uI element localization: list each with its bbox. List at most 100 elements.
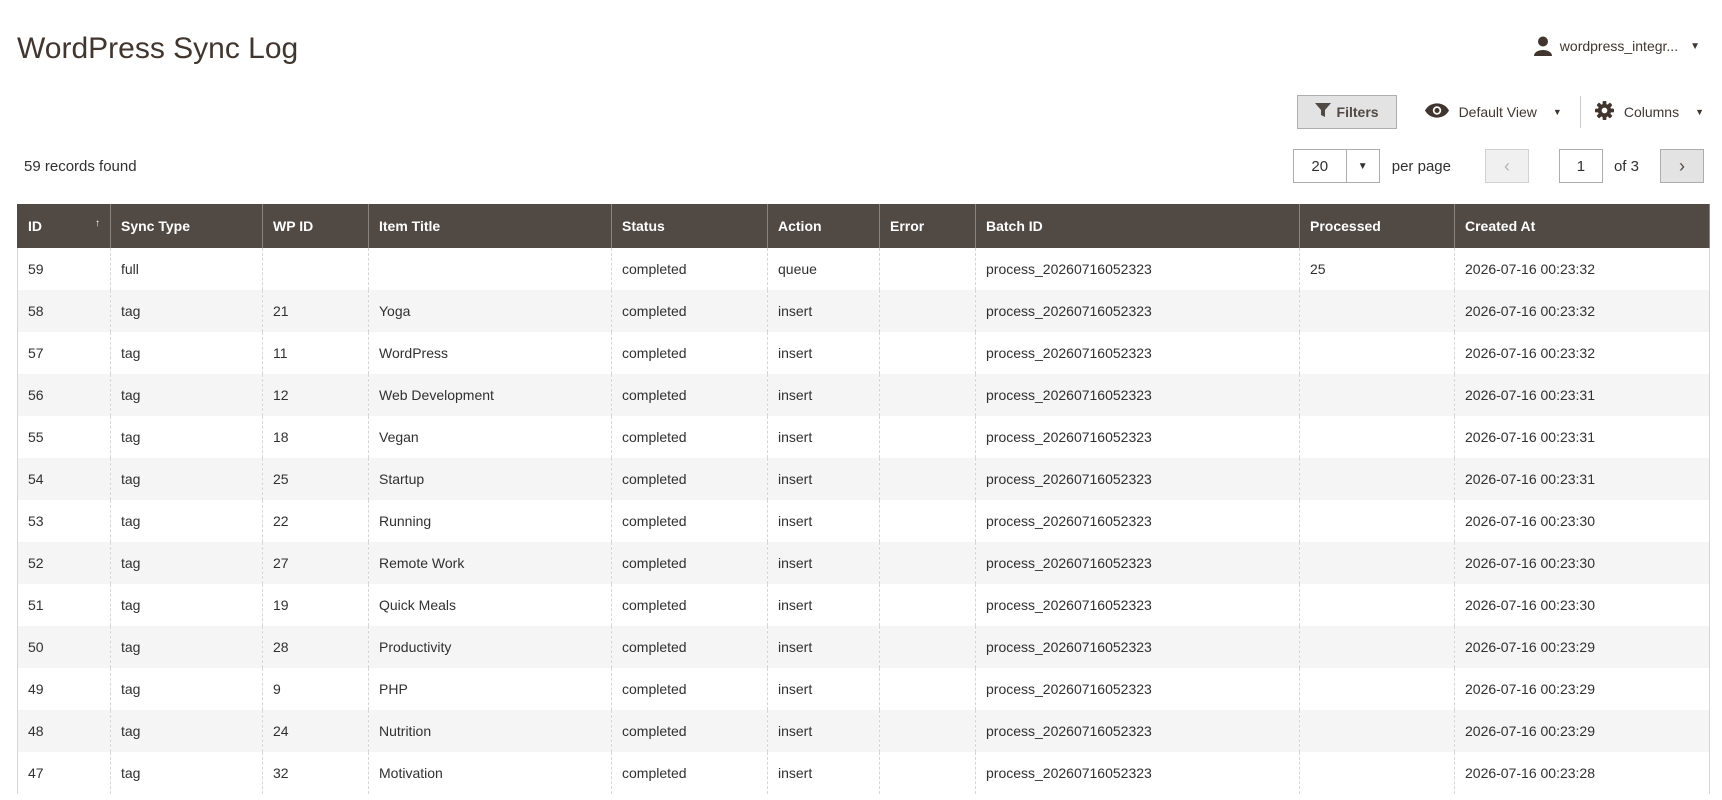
cell-id: 53 — [17, 500, 111, 542]
cell-action: insert — [767, 458, 880, 500]
column-header-sync-type[interactable]: Sync Type — [110, 204, 263, 248]
table-row[interactable]: 49 tag 9 PHP completed insert process_20260716… — [17, 668, 1710, 710]
cell-id: 57 — [17, 332, 111, 374]
column-header-created-at[interactable]: Created At — [1454, 204, 1710, 248]
cell-created-at: 2026-07-16 00:23:31 — [1454, 374, 1710, 416]
cell-item-title: Yoga — [368, 290, 612, 332]
cell-item-title: PHP — [368, 668, 612, 710]
cell-action: insert — [767, 626, 880, 668]
cell-error — [879, 374, 976, 416]
table-row[interactable]: 50 tag 28 Productivity completed insert proces… — [17, 626, 1710, 668]
column-header-batch-id[interactable]: Batch ID — [975, 204, 1300, 248]
filters-button[interactable]: Filters — [1296, 95, 1397, 129]
cell-batch-id: process_20260716052323 — [975, 500, 1300, 542]
sync-log-table: ID ↑ Sync Type WP ID Item Title Status Ac… — [17, 204, 1710, 794]
column-header-status[interactable]: Status — [611, 204, 768, 248]
cell-batch-id: process_20260716052323 — [975, 374, 1300, 416]
cell-processed — [1299, 332, 1455, 374]
per-page-label: per page — [1391, 157, 1451, 175]
cell-error — [879, 458, 976, 500]
table-row[interactable]: 47 tag 32 Motivation completed insert process_… — [17, 752, 1710, 794]
table-row[interactable]: 48 tag 24 Nutrition completed insert process_2… — [17, 710, 1710, 752]
column-header-action[interactable]: Action — [767, 204, 880, 248]
column-header-error[interactable]: Error — [879, 204, 976, 248]
view-label: Default View — [1458, 104, 1537, 120]
cell-processed — [1299, 290, 1455, 332]
user-icon — [1533, 36, 1552, 56]
cell-action: insert — [767, 710, 880, 752]
cell-item-title — [368, 248, 612, 290]
cell-id: 56 — [17, 374, 111, 416]
cell-processed — [1299, 668, 1455, 710]
table-row[interactable]: 56 tag 12 Web Development completed insert pro… — [17, 374, 1710, 416]
cell-action: insert — [767, 752, 880, 794]
cell-sync-type: tag — [110, 458, 263, 500]
cell-wp-id: 24 — [262, 710, 369, 752]
cell-created-at: 2026-07-16 00:23:29 — [1454, 626, 1710, 668]
cell-sync-type: tag — [110, 332, 263, 374]
columns-control[interactable]: Columns ▼ — [1594, 101, 1704, 123]
cell-id: 48 — [17, 710, 111, 752]
cell-sync-type: tag — [110, 290, 263, 332]
eye-icon — [1424, 103, 1449, 121]
table-row[interactable]: 52 tag 27 Remote Work completed insert process… — [17, 542, 1710, 584]
cell-item-title: Web Development — [368, 374, 612, 416]
cell-error — [879, 668, 976, 710]
cell-id: 52 — [17, 542, 111, 584]
cell-id: 50 — [17, 626, 111, 668]
table-row[interactable]: 58 tag 21 Yoga completed insert process_202607… — [17, 290, 1710, 332]
grid-toolbar: Filters Default View ▼ Columns ▼ — [1296, 94, 1704, 130]
table-row[interactable]: 57 tag 11 WordPress completed insert process_2… — [17, 332, 1710, 374]
filters-label: Filters — [1336, 104, 1379, 120]
column-header-processed[interactable]: Processed — [1299, 204, 1455, 248]
cell-action: insert — [767, 584, 880, 626]
table-row[interactable]: 53 tag 22 Running completed insert process_202… — [17, 500, 1710, 542]
cell-status: completed — [611, 500, 768, 542]
cell-sync-type: tag — [110, 752, 263, 794]
cell-action: insert — [767, 416, 880, 458]
table-row[interactable]: 55 tag 18 Vegan completed insert process_20260… — [17, 416, 1710, 458]
column-header-wp-id[interactable]: WP ID — [262, 204, 369, 248]
next-page-button[interactable]: › — [1660, 149, 1704, 183]
table-row[interactable]: 59 full completed queue process_202607160523… — [17, 248, 1710, 290]
previous-page-button[interactable]: ‹ — [1484, 149, 1529, 183]
view-switcher[interactable]: Default View ▼ — [1424, 103, 1562, 121]
cell-status: completed — [611, 416, 768, 458]
cell-sync-type: tag — [110, 584, 263, 626]
cell-sync-type: tag — [110, 374, 263, 416]
cell-wp-id: 22 — [262, 500, 369, 542]
cell-created-at: 2026-07-16 00:23:28 — [1454, 752, 1710, 794]
cell-wp-id: 19 — [262, 584, 369, 626]
table-row[interactable]: 51 tag 19 Quick Meals completed insert process… — [17, 584, 1710, 626]
cell-status: completed — [611, 584, 768, 626]
table-row[interactable]: 54 tag 25 Startup completed insert process_202… — [17, 458, 1710, 500]
chevron-down-icon[interactable]: ▼ — [1345, 150, 1379, 182]
column-header-id[interactable]: ID ↑ — [17, 204, 111, 248]
cell-action: insert — [767, 332, 880, 374]
column-header-item-title[interactable]: Item Title — [368, 204, 612, 248]
cell-error — [879, 500, 976, 542]
cell-action: queue — [767, 248, 880, 290]
cell-created-at: 2026-07-16 00:23:32 — [1454, 248, 1710, 290]
cell-id: 47 — [17, 752, 111, 794]
toolbar-divider — [1579, 96, 1581, 128]
account-menu[interactable]: wordpress_integr... ▼ — [1533, 36, 1700, 56]
cell-error — [879, 584, 976, 626]
cell-processed — [1299, 500, 1455, 542]
account-username: wordpress_integr... — [1559, 38, 1679, 54]
per-page-value: 20 — [1311, 157, 1329, 175]
per-page-select[interactable]: 20 ▼ — [1292, 149, 1380, 183]
cell-error — [879, 710, 976, 752]
cell-batch-id: process_20260716052323 — [975, 458, 1300, 500]
cell-processed — [1299, 626, 1455, 668]
chevron-right-icon: › — [1679, 155, 1685, 176]
cell-batch-id: process_20260716052323 — [975, 416, 1300, 458]
cell-error — [879, 290, 976, 332]
cell-status: completed — [611, 332, 768, 374]
cell-created-at: 2026-07-16 00:23:31 — [1454, 458, 1710, 500]
records-count: 59 records found — [24, 158, 137, 175]
page-number-input[interactable]: 1 — [1558, 149, 1603, 183]
cell-processed — [1299, 542, 1455, 584]
cell-action: insert — [767, 542, 880, 584]
cell-created-at: 2026-07-16 00:23:29 — [1454, 668, 1710, 710]
